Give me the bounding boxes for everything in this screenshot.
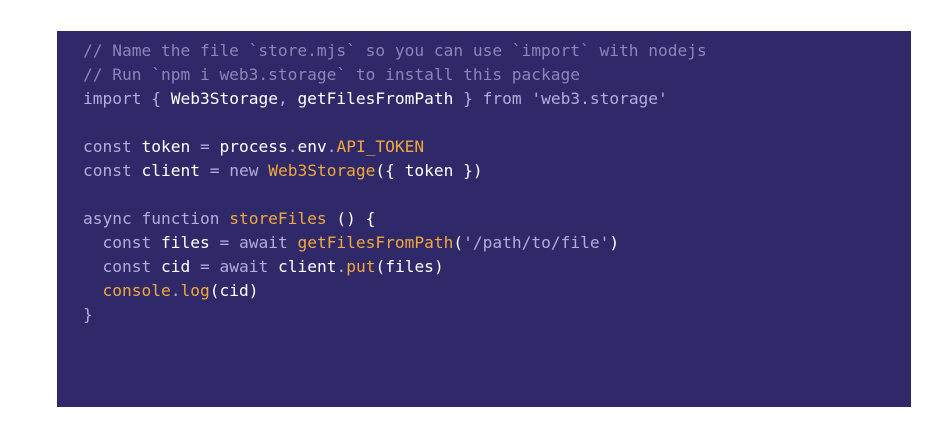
code-token-punct: [83, 233, 103, 252]
code-token-ident: files: [160, 233, 210, 252]
code-token-punct: {: [141, 89, 171, 108]
code-token-operator: =: [190, 137, 220, 156]
code-token-keyword: await: [219, 257, 269, 276]
code-token-func: getFilesFromPath: [297, 233, 454, 252]
code-token-punct: [219, 209, 229, 228]
code-token-func: log: [180, 281, 210, 300]
code-line: // Run `npm i web3.storage` to install t…: [83, 63, 911, 87]
code-token-keyword: const: [83, 161, 132, 180]
code-line: }: [83, 303, 911, 327]
code-token-punct: [522, 89, 532, 108]
code-token-func: Web3Storage: [268, 161, 376, 180]
code-token-paren: (: [375, 257, 386, 276]
code-token-ident: client: [277, 257, 337, 276]
code-token-punct: .: [336, 257, 347, 276]
code-token-punct: ,: [277, 89, 298, 108]
code-token-ident: token: [141, 137, 191, 156]
code-token-punct: [151, 257, 161, 276]
code-token-operator: =: [199, 161, 230, 180]
code-token-operator: =: [209, 233, 239, 252]
code-token-punct: [151, 233, 161, 252]
code-token-keyword: const: [83, 137, 132, 156]
code-token-ident: token: [404, 161, 454, 180]
code-token-paren: ): [433, 257, 444, 276]
code-token-comment: // Run `npm i web3.storage` to install t…: [83, 65, 581, 84]
code-token-string: 'web3.storage': [531, 89, 668, 108]
code-token-func: storeFiles: [229, 209, 327, 228]
code-token-punct: }: [83, 305, 93, 324]
code-token-keyword: function: [141, 209, 220, 228]
code-token-punct: .: [326, 137, 337, 156]
code-line: const client = new Web3Storage({ token }…: [83, 159, 911, 183]
code-token-keyword: const: [102, 257, 152, 276]
code-line: const token = process.env.API_TOKEN: [83, 135, 911, 159]
code-token-func: put: [346, 257, 376, 276]
code-token-paren: ): [609, 233, 620, 252]
code-token-operator: =: [190, 257, 220, 276]
code-line: async function storeFiles () {: [83, 207, 911, 231]
code-line: const files = await getFilesFromPath('/p…: [83, 231, 911, 255]
code-token-ident: env: [297, 137, 327, 156]
code-token-paren: () {: [326, 209, 376, 228]
code-token-keyword: await: [238, 233, 288, 252]
code-token-paren: }): [453, 161, 483, 180]
code-block: // Name the file `store.mjs` so you can …: [57, 31, 911, 407]
code-token-paren: ({: [375, 161, 405, 180]
code-token-func: console: [102, 281, 171, 300]
code-line: console.log(cid): [83, 279, 911, 303]
code-token-keyword: new: [229, 161, 259, 180]
code-token-punct: [288, 233, 298, 252]
code-token-keyword: async: [83, 209, 132, 228]
code-token-func: API_TOKEN: [336, 137, 425, 156]
code-token-ident: getFilesFromPath: [297, 89, 454, 108]
code-token-ident: Web3Storage: [170, 89, 278, 108]
code-token-ident: cid: [219, 281, 249, 300]
code-token-paren: ): [248, 281, 259, 300]
code-token-ident: cid: [160, 257, 191, 276]
code-token-ident: client: [141, 161, 200, 180]
code-token-paren: (: [453, 233, 464, 252]
code-token-punct: [83, 257, 103, 276]
code-token-keyword: from: [482, 89, 522, 108]
code-token-punct: [258, 161, 268, 180]
code-token-comment: // Name the file `store.mjs` so you can …: [83, 41, 707, 60]
code-token-ident: process: [219, 137, 288, 156]
code-line: import { Web3Storage, getFilesFromPath }…: [83, 87, 911, 111]
code-token-punct: [83, 281, 103, 300]
code-token-punct: }: [453, 89, 483, 108]
code-token-keyword: const: [102, 233, 152, 252]
code-token-punct: .: [287, 137, 298, 156]
code-line: const cid = await client.put(files): [83, 255, 911, 279]
code-token-punct: [268, 257, 278, 276]
code-token-string: '/path/to/file': [463, 233, 610, 252]
code-line: // Name the file `store.mjs` so you can …: [83, 39, 911, 63]
code-token-keyword: import: [83, 89, 142, 108]
code-token-ident: files: [385, 257, 434, 276]
